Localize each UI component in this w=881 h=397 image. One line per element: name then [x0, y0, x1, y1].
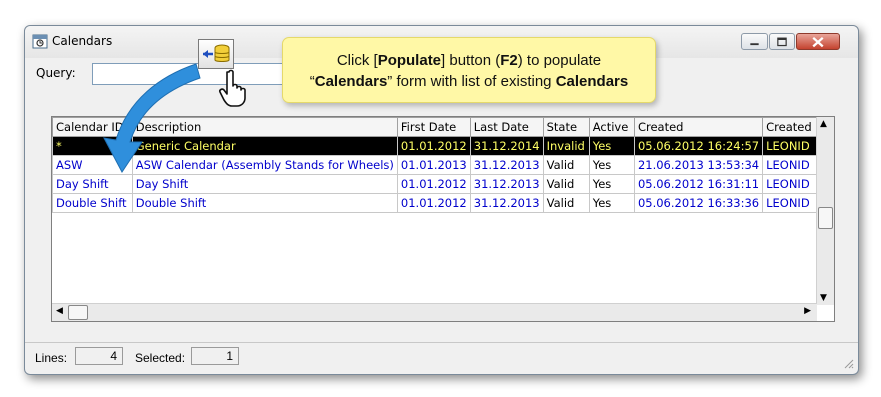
col-header-last-date[interactable]: Last Date: [469, 117, 544, 137]
cell-created[interactable]: 05.06.2012 16:24:57: [633, 136, 764, 156]
cell-state[interactable]: Valid: [542, 155, 590, 175]
cell-last-date[interactable]: 31.12.2013: [469, 193, 544, 213]
cell-description[interactable]: Generic Calendar: [131, 136, 398, 156]
cell-created[interactable]: 05.06.2012 16:31:11: [633, 174, 764, 194]
cell-last-date[interactable]: 31.12.2013: [469, 174, 544, 194]
hand-pointer-icon: [219, 69, 246, 107]
lines-label: Lines:: [35, 351, 68, 365]
col-header-calendar-id[interactable]: Calendar ID: [52, 117, 133, 137]
table-row[interactable]: ASW ASW Calendar (Assembly Stands for Wh…: [52, 155, 834, 175]
horizontal-scrollbar[interactable]: ◀ ▶: [52, 303, 817, 321]
cell-state[interactable]: Valid: [542, 174, 590, 194]
cell-active[interactable]: Yes: [588, 155, 635, 175]
vertical-scrollbar[interactable]: ▲ ▼: [816, 117, 834, 305]
selected-label: Selected:: [135, 351, 186, 365]
table-row[interactable]: Day Shift Day Shift 01.01.2012 31.12.201…: [52, 174, 834, 194]
cell-calendar-id[interactable]: Double Shift: [52, 193, 133, 213]
scroll-right-icon[interactable]: ▶: [804, 306, 811, 316]
close-icon: [812, 36, 824, 48]
scroll-down-icon[interactable]: ▼: [820, 293, 827, 303]
cell-first-date[interactable]: 01.01.2012: [396, 136, 471, 156]
grid-header-row: Calendar ID Description First Date Last …: [52, 117, 834, 137]
cell-state[interactable]: Invalid: [542, 136, 590, 156]
cell-active[interactable]: Yes: [588, 174, 635, 194]
cell-description[interactable]: Double Shift: [131, 193, 398, 213]
col-header-active[interactable]: Active: [588, 117, 635, 137]
cell-description[interactable]: ASW Calendar (Assembly Stands for Wheels…: [131, 155, 398, 175]
lines-count: 4: [75, 347, 123, 365]
cell-active[interactable]: Yes: [588, 136, 635, 156]
scroll-up-icon[interactable]: ▲: [820, 119, 827, 129]
col-header-description[interactable]: Description: [131, 117, 398, 137]
cell-calendar-id[interactable]: Day Shift: [52, 174, 133, 194]
calendars-app-icon: [32, 34, 48, 49]
col-header-created[interactable]: Created: [633, 117, 764, 137]
window-title: Calendars: [52, 34, 113, 48]
cell-last-date[interactable]: 31.12.2014: [469, 136, 544, 156]
cell-calendar-id[interactable]: ASW: [52, 155, 133, 175]
cell-last-date[interactable]: 31.12.2013: [469, 155, 544, 175]
col-header-state[interactable]: State: [542, 117, 590, 137]
horizontal-scroll-thumb[interactable]: [68, 305, 88, 320]
table-row[interactable]: Double Shift Double Shift 01.01.2012 31.…: [52, 193, 834, 213]
cell-first-date[interactable]: 01.01.2012: [396, 174, 471, 194]
calendars-grid[interactable]: Calendar ID Description First Date Last …: [51, 116, 835, 322]
cell-created[interactable]: 21.06.2013 13:53:34: [633, 155, 764, 175]
cell-description[interactable]: Day Shift: [131, 174, 398, 194]
maximize-icon: [777, 37, 787, 47]
vertical-scroll-thumb[interactable]: [818, 207, 833, 229]
cell-first-date[interactable]: 01.01.2013: [396, 155, 471, 175]
scroll-left-icon[interactable]: ◀: [56, 306, 63, 316]
query-input[interactable]: [92, 63, 302, 85]
cell-active[interactable]: Yes: [588, 193, 635, 213]
minimize-button[interactable]: [741, 33, 768, 50]
col-header-first-date[interactable]: First Date: [396, 117, 471, 137]
populate-icon: [203, 44, 230, 62]
cell-calendar-id[interactable]: *: [52, 136, 133, 156]
minimize-icon: [750, 43, 759, 46]
maximize-button[interactable]: [769, 33, 795, 50]
table-row[interactable]: * Generic Calendar 01.01.2012 31.12.2014…: [52, 136, 834, 156]
populate-hint-callout: Click [Populate] button (F2) to populate…: [282, 37, 656, 103]
populate-button[interactable]: [198, 39, 234, 69]
query-label: Query:: [36, 66, 76, 80]
status-bar: Lines: 4 Selected: 1: [25, 342, 858, 373]
resize-grip-icon[interactable]: [842, 357, 854, 369]
cell-created[interactable]: 05.06.2012 16:33:36: [633, 193, 764, 213]
selected-count: 1: [191, 347, 239, 365]
cell-first-date[interactable]: 01.01.2012: [396, 193, 471, 213]
close-button[interactable]: [796, 33, 840, 50]
calendars-window: Calendars Query: Click [Populate] button…: [24, 25, 859, 375]
cell-state[interactable]: Valid: [542, 193, 590, 213]
